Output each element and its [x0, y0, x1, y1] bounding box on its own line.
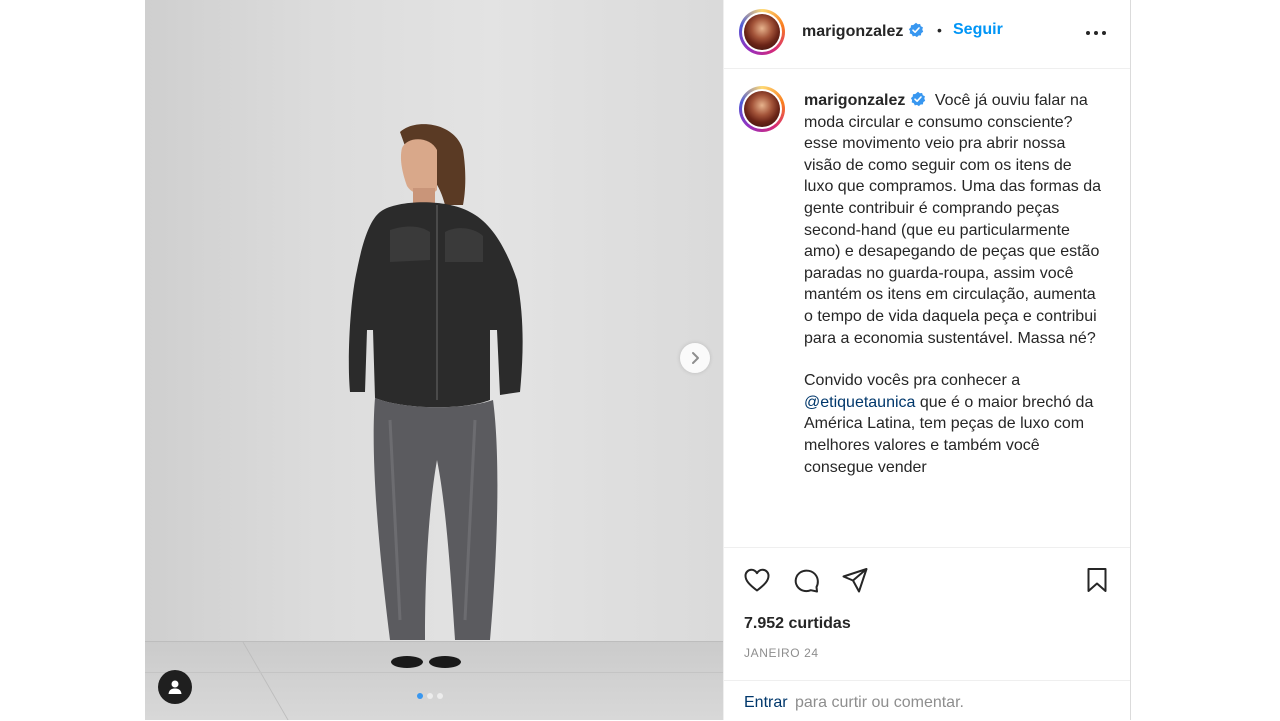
- mention-link[interactable]: @etiquetaunica: [804, 394, 915, 411]
- header-separator: •: [937, 22, 942, 38]
- action-bar: [724, 547, 1130, 612]
- carousel-next-button[interactable]: [680, 343, 710, 373]
- login-prompt-text: para curtir ou comentar.: [795, 694, 964, 711]
- post-date: JANEIRO 24: [744, 646, 819, 660]
- carousel-dot-active: [417, 693, 423, 699]
- post-header: marigonzalez • Seguir: [724, 0, 1130, 69]
- post-photo[interactable]: [145, 0, 723, 720]
- bookmark-icon[interactable]: [1082, 565, 1112, 595]
- model-figure: [348, 124, 523, 668]
- caption-avatar[interactable]: [739, 86, 785, 132]
- login-prompt: Entrar para curtir ou comentar.: [724, 680, 1130, 721]
- avatar[interactable]: [739, 9, 785, 55]
- tagged-users-button[interactable]: [158, 670, 192, 704]
- verified-badge-icon: [909, 22, 924, 38]
- carousel-dot: [437, 693, 443, 699]
- header-username-text[interactable]: marigonzalez: [802, 23, 903, 40]
- chevron-right-icon: [692, 352, 699, 364]
- user-tag-icon: [168, 680, 182, 694]
- caption-paragraph-1: Você já ouviu falar na moda circular e c…: [804, 92, 1102, 347]
- comment-icon[interactable]: [791, 565, 821, 595]
- caption-username[interactable]: marigonzalez: [804, 92, 905, 109]
- likes-count[interactable]: 7.952 curtidas: [744, 615, 851, 633]
- carousel-indicator: [417, 693, 443, 699]
- login-link[interactable]: Entrar: [744, 694, 788, 712]
- heart-icon[interactable]: [742, 565, 772, 595]
- caption-scroll-area[interactable]: marigonzalez Você já ouviu falar na moda…: [724, 69, 1130, 547]
- header-username[interactable]: marigonzalez: [802, 22, 924, 41]
- verified-badge-icon: [911, 91, 926, 107]
- post-caption: marigonzalez Você já ouviu falar na moda…: [804, 90, 1104, 478]
- more-horizontal-icon[interactable]: [1084, 23, 1108, 43]
- post-side-panel: marigonzalez • Seguir marigonzalez Você …: [723, 0, 1131, 720]
- carousel-dot: [427, 693, 433, 699]
- caption-paragraph-2-start: Convido vocês pra conhecer a: [804, 372, 1021, 390]
- follow-button[interactable]: Seguir: [953, 21, 1003, 39]
- send-icon[interactable]: [840, 565, 870, 595]
